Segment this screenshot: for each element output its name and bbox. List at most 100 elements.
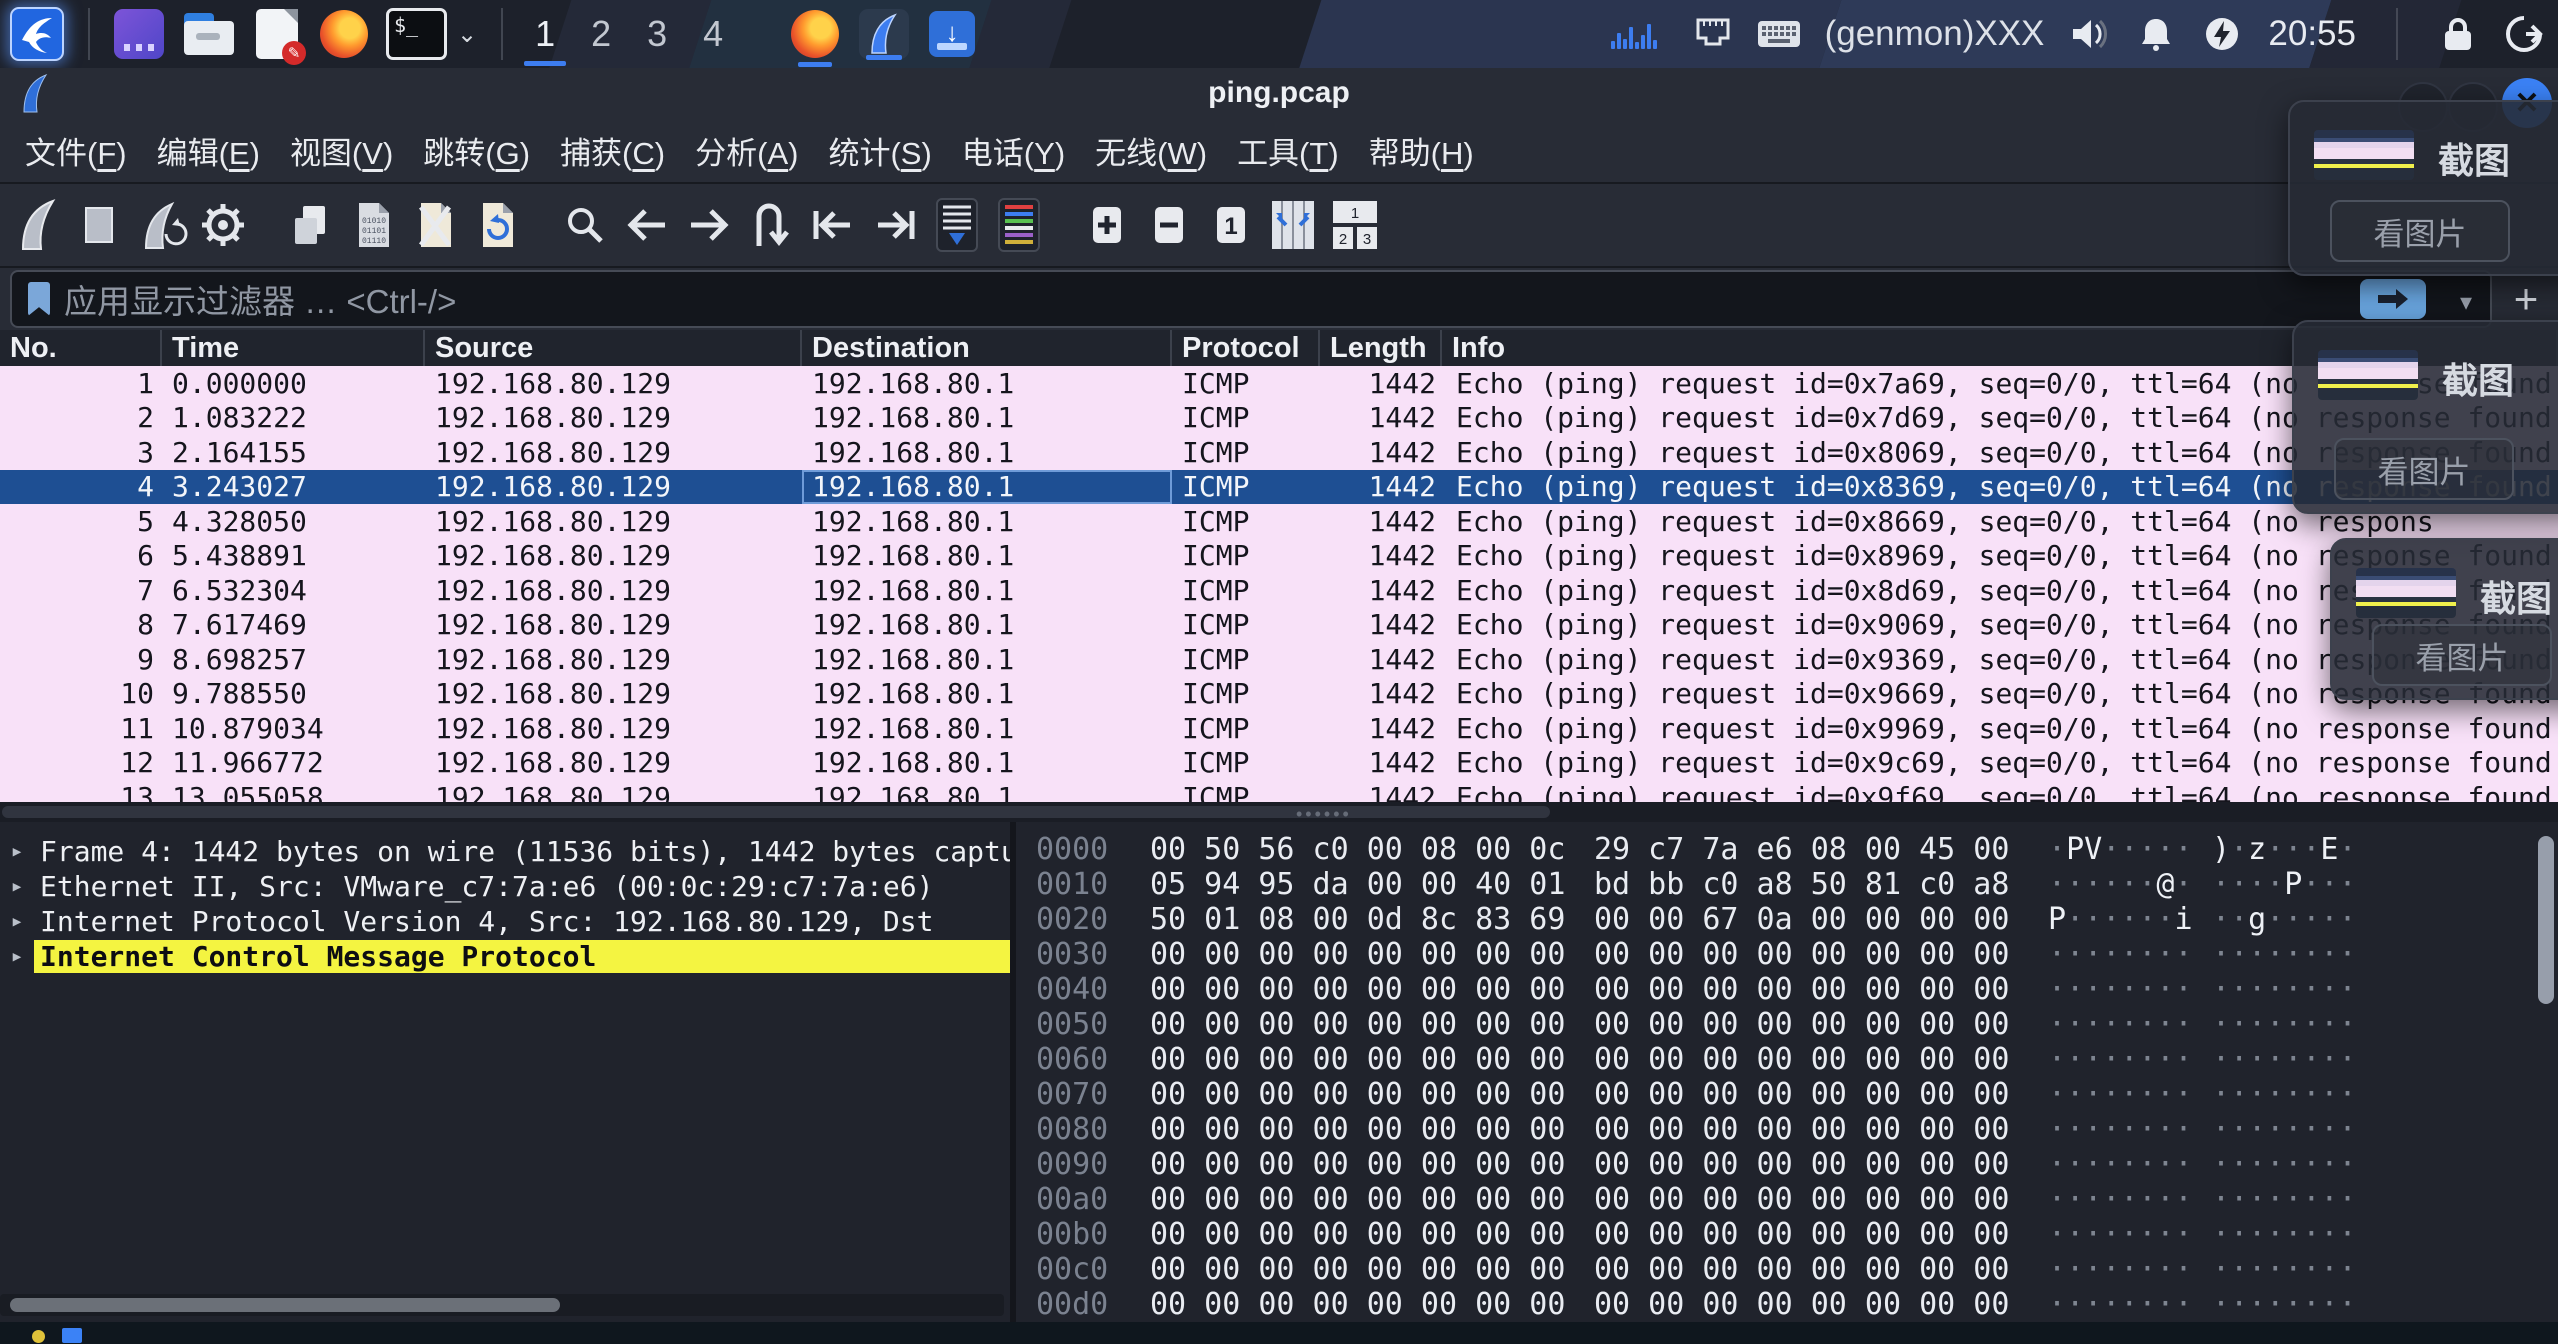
expander-icon[interactable]: ▸ (0, 909, 34, 934)
volume-icon[interactable] (2070, 14, 2110, 54)
details-hscrollbar-thumb[interactable] (10, 1298, 560, 1312)
colorize-button[interactable] (988, 193, 1050, 257)
packet-row-9[interactable]: 98.698257192.168.80.129192.168.80.1ICMP1… (0, 642, 2558, 677)
firefox-window-icon[interactable] (791, 10, 839, 58)
menu-w[interactable]: 无线(W) (1080, 120, 1222, 181)
menu-v[interactable]: 视图(V) (275, 120, 408, 181)
screenshot-thumbnail[interactable] (2318, 350, 2418, 400)
column-header-source[interactable]: Source (425, 330, 802, 366)
packet-row-3[interactable]: 32.164155192.168.80.129192.168.80.1ICMP1… (0, 435, 2558, 470)
stop-capture-button[interactable] (68, 193, 130, 257)
column-header-time[interactable]: Time (162, 330, 425, 366)
display-filter-input[interactable]: 应用显示过滤器 … <Ctrl-/> ▾ (10, 270, 2492, 328)
hex-row-0050[interactable]: 005000 00 00 00 00 00 00 0000 00 00 00 0… (1016, 1007, 2558, 1042)
packet-row-5[interactable]: 54.328050192.168.80.129192.168.80.1ICMP1… (0, 504, 2558, 539)
hex-row-0040[interactable]: 004000 00 00 00 00 00 00 0000 00 00 00 0… (1016, 972, 2558, 1007)
packet-row-8[interactable]: 87.617469192.168.80.129192.168.80.1ICMP1… (0, 608, 2558, 643)
go-to-packet-button[interactable] (740, 193, 802, 257)
open-file-button[interactable] (280, 193, 342, 257)
hex-row-00c0[interactable]: 00c000 00 00 00 00 00 00 0000 00 00 00 0… (1016, 1252, 2558, 1287)
packet-bytes-pane[interactable]: 000000 50 56 c0 00 08 00 0c29 c7 7a e6 0… (1016, 822, 2558, 1322)
menu-f[interactable]: 文件(F) (10, 120, 142, 181)
view-image-button[interactable]: 看图片 (2334, 438, 2514, 500)
lock-screen-icon[interactable] (2438, 14, 2478, 54)
column-header-protocol[interactable]: Protocol (1172, 330, 1320, 366)
hex-row-0030[interactable]: 003000 00 00 00 00 00 00 0000 00 00 00 0… (1016, 937, 2558, 972)
packet-row-11[interactable]: 1110.879034192.168.80.129192.168.80.1ICM… (0, 711, 2558, 746)
add-filter-button[interactable]: + (2504, 272, 2548, 326)
reload-file-button[interactable] (466, 193, 528, 257)
packet-row-12[interactable]: 1211.966772192.168.80.129192.168.80.1ICM… (0, 746, 2558, 781)
hex-row-00d0[interactable]: 00d000 00 00 00 00 00 00 0000 00 00 00 0… (1016, 1287, 2558, 1322)
network-port-icon[interactable] (1693, 14, 1733, 54)
hex-row-00a0[interactable]: 00a000 00 00 00 00 00 00 0000 00 00 00 0… (1016, 1182, 2558, 1217)
zoom-original-button[interactable]: 1 (1200, 193, 1262, 257)
expander-icon[interactable]: ▸ (0, 874, 34, 899)
expander-icon[interactable]: ▸ (0, 839, 34, 864)
auto-scroll-button[interactable] (926, 193, 988, 257)
detail-row[interactable]: ▸Frame 4: 1442 bytes on wire (11536 bits… (0, 834, 1010, 869)
hex-row-0010[interactable]: 001005 94 95 da 00 00 40 01bd bb c0 a8 5… (1016, 867, 2558, 902)
hex-row-0000[interactable]: 000000 50 56 c0 00 08 00 0c29 c7 7a e6 0… (1016, 832, 2558, 867)
bookmark-icon[interactable] (28, 282, 50, 316)
screenshot-thumbnail[interactable] (2314, 130, 2414, 180)
menu-c[interactable]: 捕获(C) (545, 120, 680, 181)
kali-menu-icon[interactable] (10, 7, 64, 61)
restart-capture-button[interactable] (130, 193, 192, 257)
packet-list-hscrollbar[interactable]: •••••• (0, 802, 2558, 822)
clock[interactable]: 20:55 (2268, 14, 2356, 54)
window-titlebar[interactable]: ping.pcap (0, 68, 2558, 118)
layout-button[interactable]: 123 (1324, 193, 1386, 257)
app-grid-icon[interactable] (114, 9, 164, 59)
packet-row-1[interactable]: 10.000000192.168.80.129192.168.80.1ICMP1… (0, 366, 2558, 401)
go-forward-button[interactable] (678, 193, 740, 257)
wireshark-window-icon[interactable] (859, 9, 909, 59)
power-manager-icon[interactable] (2202, 14, 2242, 54)
genmon-label[interactable]: (genmon)XXX (1825, 14, 2045, 54)
menu-a[interactable]: 分析(A) (680, 120, 813, 181)
screenshot-thumbnail[interactable] (2356, 568, 2456, 618)
close-file-button[interactable] (404, 193, 466, 257)
column-header-destination[interactable]: Destination (802, 330, 1172, 366)
menu-h[interactable]: 帮助(H) (1354, 120, 1489, 181)
menu-e[interactable]: 编辑(E) (142, 120, 275, 181)
apply-filter-button[interactable] (2360, 279, 2426, 319)
go-back-button[interactable] (616, 193, 678, 257)
packet-row-10[interactable]: 109.788550192.168.80.129192.168.80.1ICMP… (0, 677, 2558, 712)
hex-row-0070[interactable]: 007000 00 00 00 00 00 00 0000 00 00 00 0… (1016, 1077, 2558, 1112)
hex-row-0090[interactable]: 009000 00 00 00 00 00 00 0000 00 00 00 0… (1016, 1147, 2558, 1182)
hex-vscrollbar[interactable] (2538, 836, 2554, 1306)
menu-g[interactable]: 跳转(G) (408, 120, 545, 181)
hex-vscrollbar-thumb[interactable] (2538, 836, 2554, 1004)
detail-row[interactable]: ▸Ethernet II, Src: VMware_c7:7a:e6 (00:0… (0, 869, 1010, 904)
view-image-button[interactable]: 看图片 (2330, 200, 2510, 262)
column-header-no[interactable]: No. (0, 330, 162, 366)
downloads-icon[interactable]: ↓ (929, 11, 975, 57)
hex-row-00b0[interactable]: 00b000 00 00 00 00 00 00 0000 00 00 00 0… (1016, 1217, 2558, 1252)
expander-icon[interactable]: ▸ (0, 944, 34, 969)
go-first-packet-button[interactable] (802, 193, 864, 257)
detail-row[interactable]: ▸Internet Protocol Version 4, Src: 192.1… (0, 904, 1010, 939)
zoom-in-button[interactable] (1076, 193, 1138, 257)
firefox-icon[interactable] (320, 10, 368, 58)
view-image-button[interactable]: 看图片 (2372, 624, 2552, 686)
packet-row-4[interactable]: 43.243027192.168.80.129192.168.80.1ICMP1… (0, 470, 2558, 505)
workspace-2[interactable]: 2 (573, 0, 629, 68)
file-manager-icon[interactable] (184, 13, 234, 55)
terminal-icon[interactable]: $_ (386, 8, 447, 60)
save-file-button[interactable]: 010100110101110 (342, 193, 404, 257)
keyboard-layout-icon[interactable] (1759, 14, 1799, 54)
menu-t[interactable]: 工具(T) (1222, 120, 1354, 181)
column-header-length[interactable]: Length (1320, 330, 1442, 366)
packet-row-13[interactable]: 1313.055058192.168.80.129192.168.80.1ICM… (0, 780, 2558, 802)
packet-row-6[interactable]: 65.438891192.168.80.129192.168.80.1ICMP1… (0, 539, 2558, 574)
text-editor-icon[interactable]: ✎ (256, 9, 298, 59)
chevron-down-icon[interactable]: ⌄ (457, 20, 477, 49)
notifications-bell-icon[interactable] (2136, 14, 2176, 54)
menu-y[interactable]: 电话(Y) (947, 120, 1080, 181)
details-hscrollbar[interactable] (0, 1294, 1004, 1316)
start-capture-button[interactable] (6, 193, 68, 257)
workspace-4[interactable]: 4 (685, 0, 741, 68)
resize-columns-button[interactable] (1262, 193, 1324, 257)
hex-row-0080[interactable]: 008000 00 00 00 00 00 00 0000 00 00 00 0… (1016, 1112, 2558, 1147)
